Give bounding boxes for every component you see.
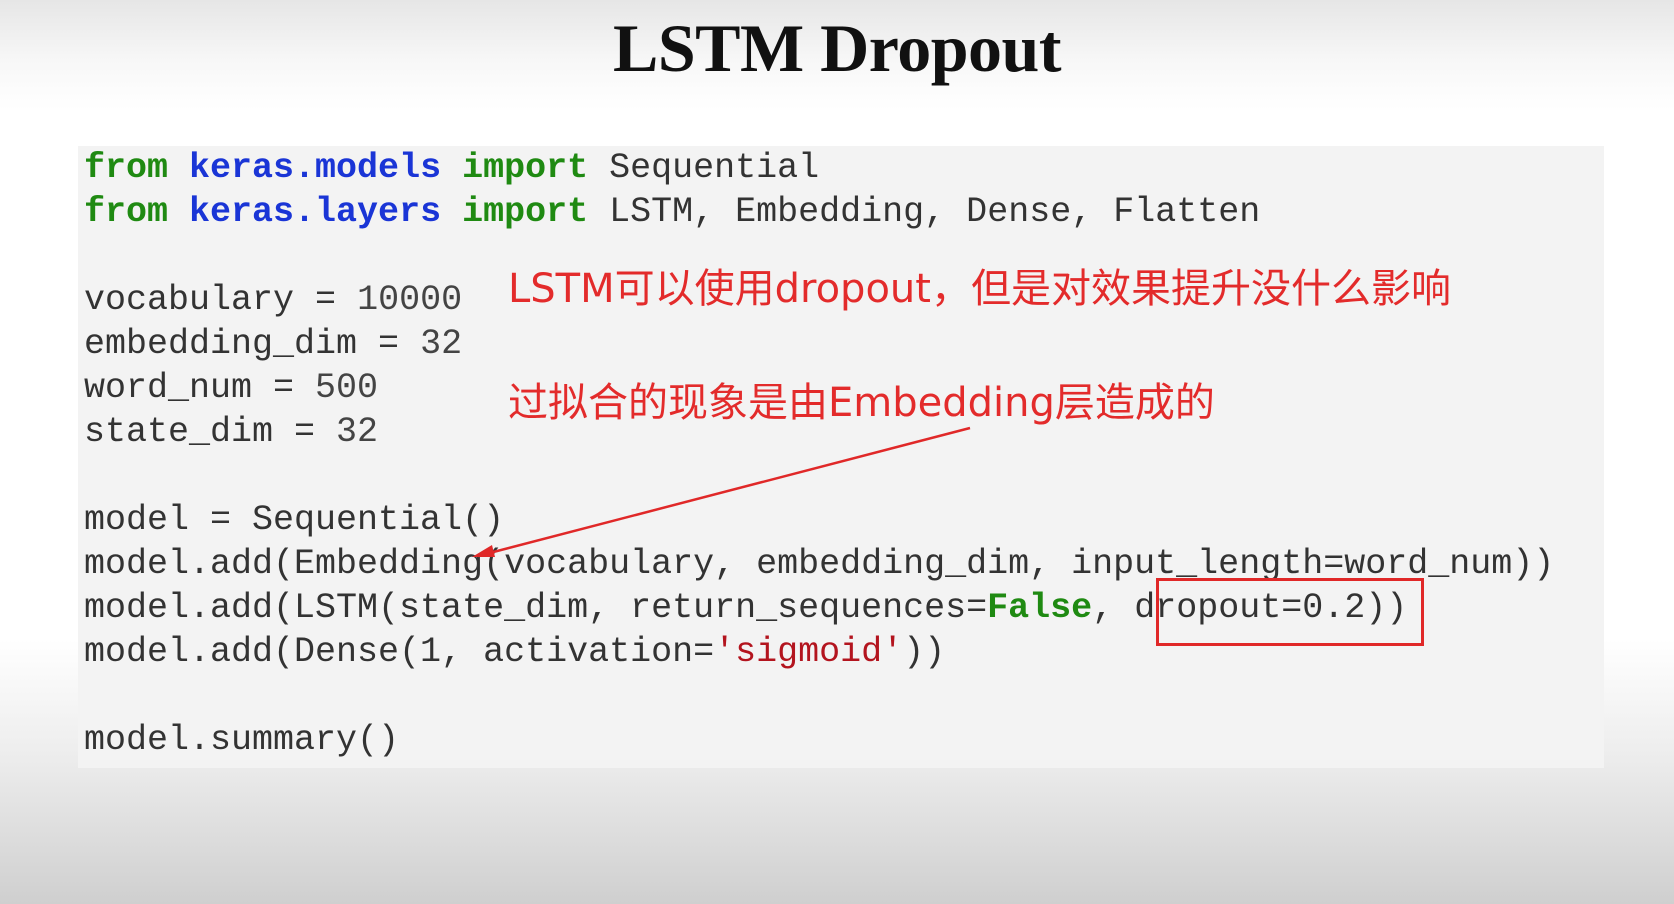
boolean-literal: False xyxy=(987,588,1093,628)
variable-name: embedding_dim xyxy=(84,324,358,364)
keyword-from: from xyxy=(84,192,169,232)
code-line-1: from keras.models import Sequential xyxy=(84,146,819,190)
import-names: Sequential xyxy=(588,148,820,188)
variable-name: vocabulary xyxy=(84,280,295,320)
assign-op: = xyxy=(357,324,421,364)
code-line-5: word_num = 500 xyxy=(84,366,378,410)
number-value: 32 xyxy=(420,324,463,364)
variable-name: state_dim xyxy=(84,412,274,452)
code-line-3: vocabulary = 10000 xyxy=(84,278,462,322)
annotation-note-1: LSTM可以使用dropout，但是对效果提升没什么影响 xyxy=(508,266,1451,312)
keyword-import: import xyxy=(462,148,589,188)
dropout-highlight-box xyxy=(1156,578,1424,646)
code-line-2: from keras.layers import LSTM, Embedding… xyxy=(84,190,1260,234)
module-name: keras.layers xyxy=(189,192,442,232)
number-value: 32 xyxy=(336,412,379,452)
variable-name: word_num xyxy=(84,368,253,408)
assign-op: = xyxy=(294,280,358,320)
keyword-from: from xyxy=(84,148,169,188)
annotation-note-2: 过拟合的现象是由Embedding层造成的 xyxy=(508,380,1215,426)
import-names: LSTM, Embedding, Dense, Flatten xyxy=(588,192,1261,232)
code-line-6: state_dim = 32 xyxy=(84,410,378,454)
code-text: )) xyxy=(903,632,946,672)
code-line-10: model.add(Dense(1, activation='sigmoid')… xyxy=(84,630,945,674)
module-name: keras.models xyxy=(189,148,442,188)
code-line-7: model = Sequential() xyxy=(84,500,505,540)
code-line-11: model.summary() xyxy=(84,720,400,760)
number-value: 500 xyxy=(315,368,379,408)
code-block xyxy=(78,146,1604,768)
code-line-4: embedding_dim = 32 xyxy=(84,322,462,366)
slide-title: LSTM Dropout xyxy=(612,10,1062,86)
code-text: model.add(Dense(1, activation= xyxy=(84,632,715,672)
string-literal: 'sigmoid' xyxy=(714,632,904,672)
number-value: 10000 xyxy=(357,280,463,320)
assign-op: = xyxy=(252,368,316,408)
code-text: model.add(LSTM(state_dim, return_sequenc… xyxy=(84,588,988,628)
assign-op: = xyxy=(273,412,337,452)
keyword-import: import xyxy=(462,192,589,232)
